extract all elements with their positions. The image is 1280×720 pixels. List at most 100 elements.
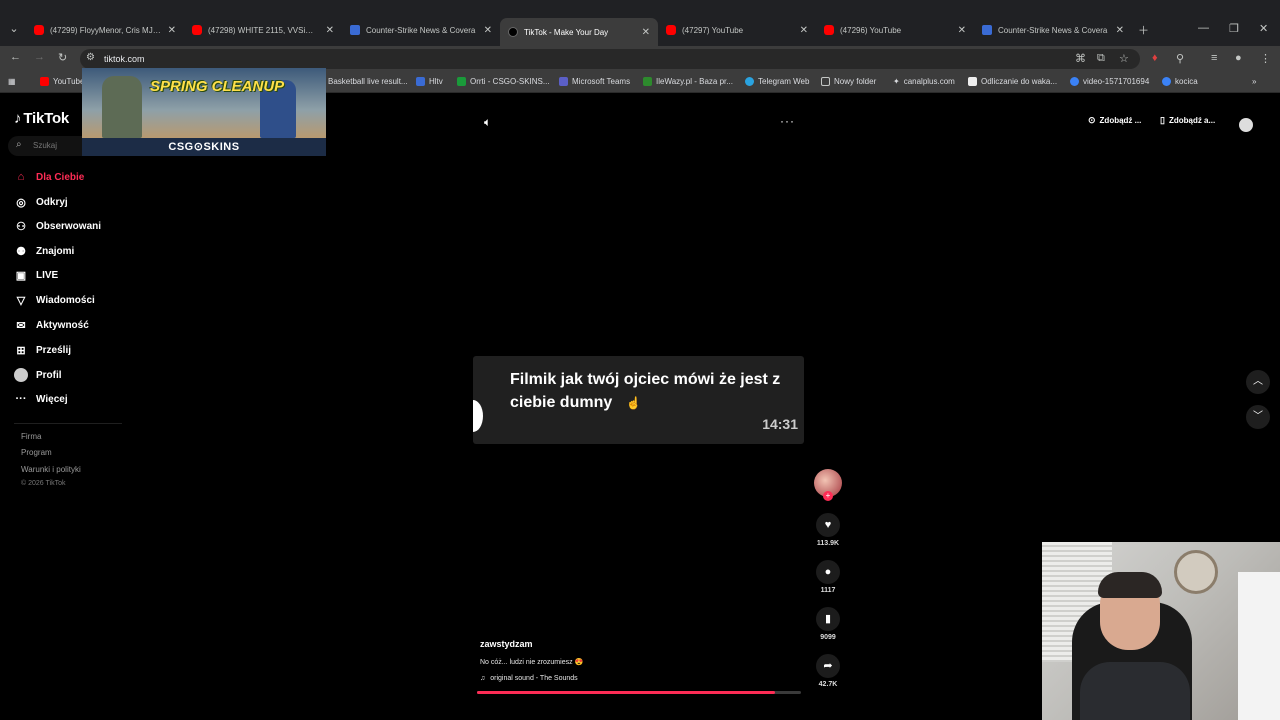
- install-app-icon[interactable]: ⧉: [1097, 52, 1105, 65]
- nav-explore[interactable]: ◎ Odkryj: [14, 193, 68, 211]
- video-author[interactable]: zawstydzam: [480, 639, 533, 649]
- extension-icon[interactable]: ♦: [1152, 52, 1158, 64]
- profile-icon[interactable]: ●: [1235, 52, 1242, 64]
- previous-video-button[interactable]: ︿: [1246, 370, 1270, 394]
- messages-icon: ▽: [16, 294, 26, 307]
- tab-6[interactable]: (47296) YouTube ✕: [816, 20, 974, 40]
- ad-character-left: [102, 76, 142, 138]
- tab-3[interactable]: Counter-Strike News & Covera ✕: [342, 20, 500, 40]
- bookmark-teams[interactable]: Microsoft Teams: [559, 77, 630, 86]
- close-icon[interactable]: ✕: [1116, 25, 1124, 36]
- get-app-button[interactable]: ▯ Zdobądź a...: [1160, 115, 1215, 126]
- tab-search-chevron-icon[interactable]: ⌄: [6, 21, 22, 37]
- tab-1[interactable]: (47299) FloyyMenor, Cris MJ - C ✕: [26, 20, 184, 40]
- site-info-icon[interactable]: ⚙: [86, 52, 95, 63]
- footer-terms-link[interactable]: Warunki i polityki: [21, 465, 81, 474]
- restore-icon[interactable]: ❐: [1229, 22, 1239, 35]
- bookmarks-overflow-icon[interactable]: »: [1252, 77, 1256, 86]
- video-progress-bar[interactable]: [477, 691, 801, 694]
- nav-activity[interactable]: ✉ Aktywność: [14, 316, 88, 334]
- more-icon: ···: [15, 393, 27, 405]
- webcam-person-body: [1080, 662, 1190, 720]
- bookmark-telegram[interactable]: Telegram Web: [745, 77, 809, 86]
- heart-icon: ♥: [816, 513, 840, 537]
- bookmark-video[interactable]: video-1571701694: [1070, 77, 1149, 86]
- bookmark-ilewazy[interactable]: IleWazy.pl - Baza pr...: [643, 77, 733, 86]
- bookmark-icon: ▮: [816, 607, 840, 631]
- bookmark-folder[interactable]: Nowy folder: [821, 77, 876, 86]
- close-icon[interactable]: ✕: [800, 25, 808, 36]
- reload-icon[interactable]: ↻: [58, 51, 67, 64]
- back-icon[interactable]: ←: [10, 51, 21, 63]
- tiktok-icon: [508, 27, 518, 37]
- tiktok-logo[interactable]: ♪ TikTok: [14, 110, 69, 127]
- nav-upload[interactable]: ⊞ Prześlij: [14, 341, 71, 359]
- minimize-icon[interactable]: —: [1198, 22, 1209, 34]
- bookmark-youtube[interactable]: YouTube: [40, 77, 84, 86]
- apps-grid-icon[interactable]: ▦: [8, 77, 16, 86]
- close-icon[interactable]: ✕: [168, 25, 176, 36]
- close-icon[interactable]: ✕: [958, 25, 966, 36]
- url-text: tiktok.com: [104, 54, 145, 64]
- follow-plus-icon[interactable]: +: [823, 491, 833, 501]
- close-icon[interactable]: ✕: [642, 27, 650, 38]
- address-bar[interactable]: ⚙ tiktok.com: [80, 49, 1140, 69]
- ad-title: SPRING CLEANUP: [150, 78, 285, 95]
- home-icon: ⌂: [17, 171, 25, 183]
- nav-live[interactable]: ▣ LIVE: [14, 266, 58, 284]
- nav-for-you[interactable]: ⌂ Dla Ciebie: [14, 168, 85, 186]
- save-button[interactable]: ▮ 9099: [813, 607, 843, 641]
- bookmark-orrti[interactable]: Orrti - CSGO-SKINS...: [457, 77, 550, 86]
- close-icon[interactable]: ✕: [326, 25, 334, 36]
- comment-button[interactable]: ● 1117: [813, 560, 843, 594]
- nav-friends[interactable]: ⚉ Znajomi: [14, 242, 74, 260]
- close-window-icon[interactable]: ✕: [1259, 22, 1268, 35]
- youtube-icon: [192, 25, 202, 35]
- search-placeholder: Szukaj: [33, 141, 58, 150]
- bookmark-odliczanie[interactable]: Odliczanie do waka...: [968, 77, 1057, 86]
- video-progress-fill: [477, 691, 776, 694]
- upload-icon: ⊞: [16, 344, 26, 357]
- profile-avatar-icon: [14, 368, 28, 382]
- video-more-icon[interactable]: ···: [780, 114, 795, 128]
- tab-4-active[interactable]: TikTok - Make Your Day ✕: [500, 18, 658, 46]
- extensions-puzzle-icon[interactable]: ⚲: [1176, 52, 1184, 65]
- volume-icon[interactable]: 🔈︎: [484, 115, 491, 130]
- nav-profile[interactable]: Profil: [14, 366, 62, 384]
- bookmark-kocica[interactable]: kocica: [1162, 77, 1198, 86]
- chrome-menu-icon[interactable]: ⋮: [1260, 52, 1271, 65]
- footer-company-link[interactable]: Firma: [21, 432, 41, 441]
- media-control-icon[interactable]: ≡: [1211, 52, 1217, 64]
- get-coins-button[interactable]: ⊙ Zdobądź ...: [1088, 115, 1141, 126]
- forward-icon[interactable]: →: [34, 51, 45, 63]
- new-tab-icon[interactable]: ＋: [1138, 22, 1149, 38]
- hltv-icon: [982, 25, 992, 35]
- bookmark-canalplus[interactable]: ✦ canalplus.com: [893, 77, 955, 86]
- bookmark-star-icon[interactable]: ☆: [1119, 52, 1129, 65]
- nav-more[interactable]: ··· Więcej: [14, 390, 68, 408]
- browser-tab-bar: ⌄ (47299) FloyyMenor, Cris MJ - C ✕ (4729…: [0, 0, 1280, 46]
- footer-program-link[interactable]: Program: [21, 448, 52, 457]
- search-icon: ⌕: [16, 139, 22, 150]
- next-video-button[interactable]: ﹀: [1246, 405, 1270, 429]
- nav-following[interactable]: ⚇ Obserwowani: [14, 217, 101, 235]
- video-sound[interactable]: ♫ original sound - The Sounds: [480, 675, 578, 682]
- csgoskins-ad-banner[interactable]: SPRING CLEANUP CSG⊙SKINS: [82, 68, 326, 156]
- translate-icon[interactable]: ⌘: [1075, 52, 1086, 65]
- comment-icon: ●: [816, 560, 840, 584]
- webcam-wall-clock: [1174, 550, 1218, 594]
- bookmark-basketball[interactable]: Basketball live result...: [328, 77, 408, 86]
- chevron-up-icon: ︿: [1253, 376, 1263, 387]
- close-icon[interactable]: ✕: [484, 25, 492, 36]
- like-button[interactable]: ♥ 113.9K: [813, 513, 843, 547]
- nav-messages[interactable]: ▽ Wiadomości: [14, 291, 95, 309]
- canalplus-icon: ✦: [893, 77, 900, 86]
- user-avatar[interactable]: [1239, 118, 1253, 132]
- share-button[interactable]: ➦ 42.7K: [813, 654, 843, 688]
- tiktok-note-icon: ♪: [14, 110, 22, 127]
- music-note-icon: ♫: [480, 675, 486, 682]
- bookmark-hltv[interactable]: Hltv: [416, 77, 443, 86]
- tab-7[interactable]: Counter-Strike News & Covera ✕: [974, 20, 1132, 40]
- tab-5[interactable]: (47297) YouTube ✕: [658, 20, 816, 40]
- tab-2[interactable]: (47298) WHITE 2115, VVSimon, ✕: [184, 20, 342, 40]
